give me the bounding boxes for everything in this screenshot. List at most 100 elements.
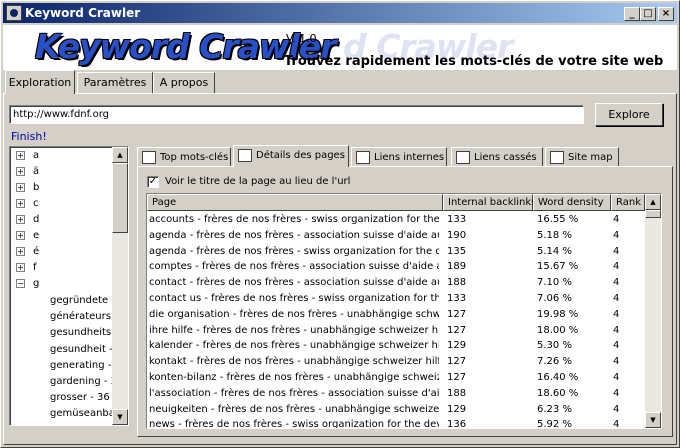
tree-node[interactable]: + a	[16, 149, 39, 163]
status-text: Finish!	[11, 130, 47, 143]
tab-broken-links[interactable]: Liens cassés	[451, 147, 543, 167]
cell-backlinks: 127	[447, 372, 467, 383]
cell-density: 6.23 %	[537, 403, 572, 415]
tab-a-propos[interactable]: A propos	[153, 72, 215, 94]
cell-page: konten-bilanz - frères de nos frères - u…	[149, 372, 439, 383]
cell-rank: 4	[613, 261, 620, 273]
tree-node[interactable]: + b	[16, 181, 39, 195]
title-bar[interactable]: Keyword Crawler _ □ ×	[3, 3, 677, 23]
tree-node[interactable]: + c	[16, 197, 39, 211]
column-header-density[interactable]: Word density	[533, 194, 611, 211]
tree-node[interactable]: + é	[16, 245, 39, 259]
tree-node[interactable]: + ä	[16, 165, 39, 179]
cell-rank: 4	[613, 229, 620, 241]
cell-page: agenda - frères de nos frères - associat…	[149, 229, 439, 241]
expand-icon: +	[16, 150, 25, 160]
tab-top-keywords[interactable]: Top mots-clés	[137, 147, 231, 167]
cell-density: 5.30 %	[537, 340, 572, 352]
column-header-page[interactable]: Page	[147, 194, 443, 211]
explore-button[interactable]: Explore	[595, 103, 663, 126]
scroll-thumb[interactable]	[645, 210, 661, 218]
table-scrollbar[interactable]: ▲ ▼	[645, 194, 661, 428]
tree-node[interactable]: + e	[16, 229, 39, 243]
cell-density: 7.10 %	[537, 277, 572, 289]
cell-page: die organisation - frères de nos frères …	[149, 308, 439, 320]
cell-rank: 4	[613, 356, 620, 368]
cell-page: contact - frères de nos frères - associa…	[149, 277, 439, 289]
tree-leaf[interactable]: grosser - 36	[50, 391, 110, 405]
cell-backlinks: 133	[447, 293, 467, 304]
collapse-icon: −	[16, 278, 25, 288]
cell-page: l'association - frères de nos frères - a…	[149, 387, 439, 399]
app-window: Keyword Crawler _ □ × d Crawler Keyword …	[0, 0, 680, 448]
cell-rank: 4	[613, 340, 620, 352]
cell-backlinks: 189	[447, 261, 467, 273]
scroll-thumb[interactable]	[112, 163, 128, 233]
cell-backlinks: 127	[447, 308, 467, 320]
tab-parametres[interactable]: Paramètres	[77, 72, 153, 94]
tree-node[interactable]: + f	[16, 261, 37, 275]
cell-rank: 4	[613, 245, 620, 257]
cell-backlinks: 129	[447, 340, 467, 352]
cell-page: ihre hilfe - frères de nos frères - unab…	[149, 324, 439, 336]
minimize-button[interactable]: _	[624, 7, 640, 21]
cell-page: kalender - frères de nos frères - unabhä…	[149, 340, 439, 352]
scroll-down-icon[interactable]: ▼	[645, 412, 661, 428]
show-title-checkbox[interactable]: ✓	[147, 176, 159, 188]
tree-leaf[interactable]: gardening - 3	[50, 375, 117, 389]
expand-icon: +	[16, 198, 25, 208]
tree-node[interactable]: + d	[16, 213, 39, 227]
scroll-up-icon[interactable]: ▲	[645, 194, 661, 210]
cell-backlinks: 136	[447, 419, 467, 429]
pages-table[interactable]: Page Internal backlinks Word density Ran…	[146, 193, 662, 429]
version-label: V. 1.0	[286, 32, 317, 45]
expand-icon: +	[16, 246, 25, 256]
cell-rank: 4	[613, 293, 620, 304]
column-header-backlinks[interactable]: Internal backlinks	[443, 194, 536, 211]
site-map-icon	[550, 151, 564, 164]
tree-leaf[interactable]: gesundheit -	[50, 343, 113, 357]
cell-backlinks: 135	[447, 245, 467, 257]
close-button[interactable]: ×	[658, 7, 674, 21]
cell-density: 18.00 %	[537, 324, 579, 336]
tree-leaf[interactable]: generating - :	[50, 359, 118, 373]
details-icon	[238, 149, 252, 162]
cell-rank: 4	[613, 372, 620, 383]
tab-page-details[interactable]: Détails des pages	[233, 145, 349, 167]
tab-exploration[interactable]: Exploration	[5, 70, 75, 94]
expand-icon: +	[16, 262, 25, 272]
tree-leaf[interactable]: gemüseanba	[50, 407, 115, 421]
cell-density: 5.18 %	[537, 229, 572, 241]
tree-leaf[interactable]: générateurs -	[50, 310, 118, 324]
tree-node[interactable]: − g	[16, 277, 39, 291]
tree-leaf[interactable]: gesundheitsp	[50, 326, 117, 340]
cell-backlinks: 190	[447, 229, 467, 241]
column-header-rank[interactable]: Rank	[611, 194, 645, 211]
cell-page: news - frères de nos frères - swiss orga…	[149, 419, 439, 429]
tree-scrollbar[interactable]: ▲ ▼	[112, 147, 128, 425]
tree-leaf[interactable]: gegründete -	[50, 294, 115, 308]
cell-density: 5.14 %	[537, 245, 572, 257]
tab-site-map[interactable]: Site map	[545, 147, 619, 167]
cell-backlinks: 188	[447, 277, 467, 289]
cell-backlinks: 127	[447, 324, 467, 336]
cell-page: accounts - frères de nos frères - swiss …	[149, 214, 439, 225]
scroll-up-icon[interactable]: ▲	[112, 147, 128, 163]
scroll-down-icon[interactable]: ▼	[112, 409, 128, 425]
cell-rank: 4	[613, 419, 620, 429]
expand-icon: +	[16, 214, 25, 224]
cell-density: 7.06 %	[537, 293, 572, 304]
app-icon	[6, 5, 22, 21]
cell-backlinks: 133	[447, 214, 467, 225]
expand-icon: +	[16, 166, 25, 176]
tab-internal-links[interactable]: Liens internes	[351, 147, 447, 167]
cell-rank: 4	[613, 387, 620, 399]
url-input[interactable]: http://www.fdnf.org	[9, 105, 584, 124]
keyword-tree[interactable]: + a + ä + b + c + d + e + é + f − g gegründete - …	[9, 146, 129, 426]
show-title-label: Voir le titre de la page au lieu de l'ur…	[165, 176, 351, 187]
cell-density: 5.92 %	[537, 419, 572, 429]
cell-backlinks: 188	[447, 387, 467, 399]
cell-density: 16.40 %	[537, 372, 579, 383]
expand-icon: +	[16, 182, 25, 192]
maximize-button[interactable]: □	[640, 7, 656, 21]
